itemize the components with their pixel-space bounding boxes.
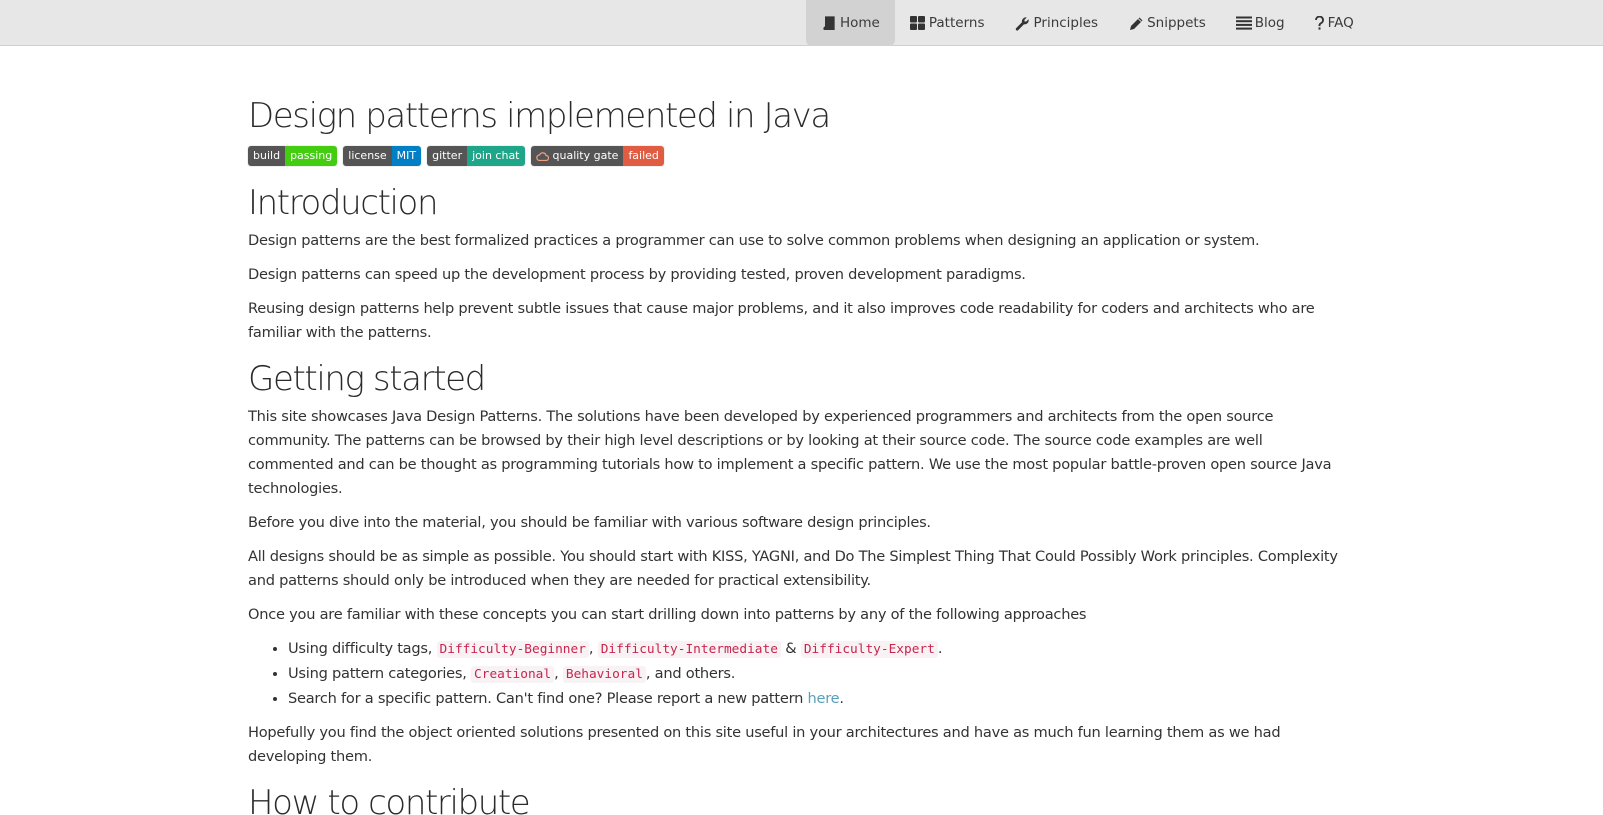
build-badge-left: build: [248, 146, 286, 166]
nav-home[interactable]: Home: [806, 0, 895, 46]
list-icon: [1235, 15, 1252, 31]
categories-suffix: , and others.: [645, 665, 736, 682]
tag-difficulty-beginner[interactable]: Difficulty-Beginner: [436, 641, 589, 658]
tag-difficulty-expert[interactable]: Difficulty-Expert: [800, 641, 938, 658]
getting-started-paragraph-4: Once you are familiar with these concept…: [248, 606, 1087, 623]
nav-faq-label: FAQ: [1327, 15, 1354, 31]
intro-paragraph-2: Design patterns can speed up the develop…: [248, 266, 1026, 283]
getting-started-paragraph-2: Before you dive into the material, you s…: [248, 514, 931, 531]
period-1: .: [937, 640, 943, 657]
build-badge-right: passing: [285, 146, 338, 166]
approaches-list: Using difficulty tags, Difficulty-Beginn…: [288, 637, 1338, 711]
question-icon: [1315, 15, 1325, 31]
tag-difficulty-intermediate[interactable]: Difficulty-Intermediate: [597, 641, 781, 658]
getting-started-heading: Getting started: [248, 359, 486, 399]
nav-patterns[interactable]: Patterns: [895, 0, 1000, 46]
quality-gate-badge[interactable]: quality gate failed: [530, 146, 664, 166]
nav-patterns-label: Patterns: [928, 15, 985, 31]
nav-faq[interactable]: FAQ: [1300, 0, 1369, 46]
nav-snippets-label: Snippets: [1147, 15, 1206, 31]
tag-behavioral[interactable]: Behavioral: [562, 666, 646, 683]
report-pattern-link[interactable]: here: [808, 690, 840, 707]
how-to-contribute-heading: How to contribute: [248, 783, 531, 815]
gitter-badge-right: join chat: [467, 146, 525, 166]
wrench-icon: [1014, 15, 1030, 31]
badge-row: build passing license MIT gitter join ch…: [248, 145, 1338, 167]
nav-home-label: Home: [840, 15, 880, 31]
nav-principles-label: Principles: [1033, 15, 1099, 31]
search-prefix: Search for a specific pattern. Can't fin…: [288, 690, 804, 707]
cloud-icon: [535, 151, 549, 161]
quality-gate-label: quality gate: [552, 149, 619, 162]
list-item-difficulty: Using difficulty tags, Difficulty-Beginn…: [288, 637, 1338, 662]
introduction-heading: Introduction: [248, 183, 438, 223]
main-content: Design patterns implemented in Java buil…: [248, 90, 1338, 815]
nav-principles[interactable]: Principles: [999, 0, 1113, 46]
period-3: .: [839, 690, 844, 707]
quality-gate-badge-right: failed: [623, 146, 664, 166]
nav-blog-label: Blog: [1254, 15, 1285, 31]
book-icon: [821, 15, 837, 31]
grid-icon: [910, 15, 926, 31]
list-item-search: Search for a specific pattern. Can't fin…: [288, 687, 1338, 711]
intro-paragraph-3: Reusing design patterns help prevent sub…: [248, 300, 1315, 341]
getting-started-paragraph-1: This site showcases Java Design Patterns…: [248, 408, 1332, 497]
nav-blog[interactable]: Blog: [1221, 0, 1300, 46]
tag-creational[interactable]: Creational: [471, 666, 555, 683]
nav-list: Home Patterns Principles Snippets Blog F…: [806, 0, 1369, 46]
gitter-badge-left: gitter: [427, 146, 468, 166]
license-badge[interactable]: license MIT: [343, 146, 422, 166]
build-badge[interactable]: build passing: [248, 146, 338, 166]
getting-started-paragraph-5: Hopefully you find the object oriented s…: [248, 724, 1281, 765]
intro-paragraph-1: Design patterns are the best formalized …: [248, 232, 1260, 249]
license-badge-left: license: [343, 146, 392, 166]
page-title: Design patterns implemented in Java: [248, 96, 831, 136]
comma-2: ,: [554, 665, 559, 682]
gitter-badge[interactable]: gitter join chat: [427, 146, 525, 166]
getting-started-paragraph-3: All designs should be as simple as possi…: [248, 548, 1338, 589]
list-item-categories: Using pattern categories, Creational, Be…: [288, 662, 1338, 687]
quality-gate-badge-left: quality gate: [530, 146, 624, 166]
top-navbar: Home Patterns Principles Snippets Blog F…: [0, 0, 1603, 46]
comma-1: ,: [588, 640, 594, 657]
ampersand: &: [785, 640, 797, 657]
categories-prefix: Using pattern categories,: [288, 665, 467, 682]
pencil-icon: [1128, 15, 1144, 31]
license-badge-right: MIT: [391, 146, 422, 166]
nav-snippets[interactable]: Snippets: [1113, 0, 1221, 46]
difficulty-prefix: Using difficulty tags,: [288, 640, 433, 657]
